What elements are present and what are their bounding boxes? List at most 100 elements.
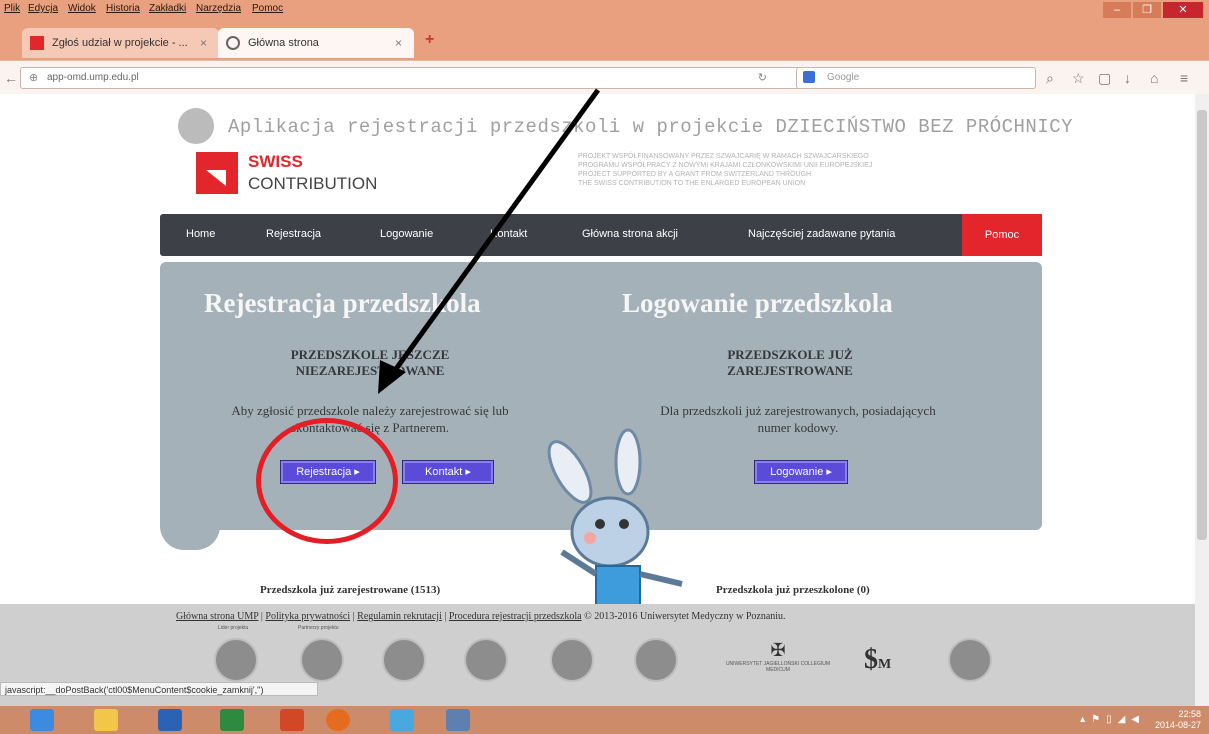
url-text: app-omd.ump.edu.pl [47, 72, 139, 83]
globe-favicon-icon [226, 36, 240, 50]
trained-count: Przedszkola już przeszkolone (0) [716, 584, 870, 596]
window-controls: – ❐ ✕ [1103, 2, 1203, 18]
panel-tab-decoration [160, 514, 220, 550]
search-placeholder: Google [827, 72, 860, 83]
uj-logo: ✠ UNIWERSYTET JAGIELLOŃSKI COLLEGIUM MED… [718, 640, 838, 673]
uj-crest-icon: ✠ [770, 640, 786, 660]
close-window-button[interactable]: ✕ [1163, 2, 1203, 18]
swiss-contribution-logo-icon [196, 152, 238, 194]
new-tab-button[interactable]: + [425, 31, 434, 49]
site-title: Aplikacja rejestracji przedszkoli w proj… [228, 116, 1074, 138]
clock-date: 2014-08-27 [1154, 720, 1201, 730]
footer-link-regulations[interactable]: Regulamin rekrutacji [357, 611, 442, 622]
partner-line: PROJEKT WSPÓŁFINANSOWANY PRZEZ SZWAJCARI… [578, 153, 869, 160]
internet-explorer-icon[interactable] [30, 709, 54, 731]
nav-logowanie[interactable]: Logowanie [380, 228, 433, 240]
file-explorer-icon[interactable] [94, 709, 118, 731]
search-box[interactable]: Google [796, 67, 1036, 89]
menu-edycja[interactable]: Edycja [28, 3, 58, 14]
site-info-icon[interactable]: ⊕ [29, 71, 38, 84]
search-icon[interactable]: ⌕ [1046, 70, 1054, 87]
partner-seal-icon [464, 638, 508, 682]
partner-line: THE SWISS CONTRIBUTION TO THE ENLARGED E… [578, 180, 806, 187]
notepad-icon[interactable] [390, 709, 414, 731]
menu-icon[interactable]: ≡ [1180, 70, 1188, 86]
menu-pomoc[interactable]: Pomoc [252, 3, 283, 14]
mascot-logo-icon [178, 108, 214, 144]
logowanie-button[interactable]: Logowanie ▸ [754, 460, 848, 484]
menu-widok[interactable]: Widok [68, 3, 96, 14]
nav-faq[interactable]: Najczęściej zadawane pytania [748, 228, 895, 240]
login-heading: Logowanie przedszkola [622, 288, 893, 318]
tab-label: Zgłoś udział w projekcie - ... [52, 37, 188, 49]
download-icon[interactable]: ↓ [1124, 70, 1131, 86]
nav-glowna-strona-akcji[interactable]: Główna strona akcji [582, 228, 678, 240]
tab-close-icon[interactable]: × [200, 28, 207, 58]
uj-logo-text: UNIWERSYTET JAGIELLOŃSKI COLLEGIUM MEDIC… [725, 661, 831, 673]
register-heading: Rejestracja przedszkola [204, 288, 481, 318]
taskbar: ▴⚑▯◢◀ 22:58 2014-08-27 [0, 706, 1209, 734]
tab-glowna-strona[interactable]: Główna strona × [218, 28, 414, 58]
login-subheading: PRZEDSZKOLE JUŻ ZAREJESTROWANE [727, 347, 853, 378]
app-icon[interactable] [446, 709, 470, 731]
nav-rejestracja[interactable]: Rejestracja [266, 228, 321, 240]
menu-zakladki[interactable]: Zakładki [149, 3, 186, 14]
partner-line: PROJECT SUPPORTED BY A GRANT FROM SWITZE… [578, 171, 812, 178]
bookmark-star-icon[interactable]: ☆ [1072, 70, 1085, 87]
partner-seal-icon [948, 638, 992, 682]
partners-caption: Partnerzy projektu [298, 625, 339, 631]
excel-icon[interactable] [220, 709, 244, 731]
clipboard-icon[interactable]: ▢ [1098, 70, 1111, 87]
rabbit-mascot-icon [547, 428, 683, 607]
word-icon[interactable] [158, 709, 182, 731]
tab-close-icon[interactable]: × [395, 28, 402, 58]
logo-name: SWISS [248, 152, 303, 171]
clock-time: 22:58 [1178, 709, 1201, 719]
partner-seal-icon [300, 638, 344, 682]
footer-copyright: © 2013-2016 Uniwersytet Medyczny w Pozna… [584, 611, 786, 622]
tab-label: Główna strona [248, 37, 319, 49]
firefox-icon[interactable] [326, 709, 350, 731]
footer-link-ump[interactable]: Główna strona UMP [176, 611, 258, 622]
footer-links: Główna strona UMP | Polityka prywatności… [176, 611, 786, 622]
maximize-button[interactable]: ❐ [1133, 2, 1161, 18]
footer-link-procedure[interactable]: Procedura rejestracji przedszkola [449, 611, 582, 622]
nav-home[interactable]: Home [186, 228, 215, 240]
scrollbar-thumb[interactable] [1197, 110, 1207, 540]
leader-caption: Lider projektu [218, 625, 249, 631]
tab-zglos-udzial[interactable]: Zgłoś udział w projekcie - ... × [22, 28, 219, 58]
swiss-favicon-icon [30, 36, 44, 50]
main-nav: Home Rejestracja Logowanie Kontakt Główn… [160, 214, 1042, 256]
system-tray[interactable]: ▴⚑▯◢◀ [1080, 714, 1145, 725]
footer-link-privacy[interactable]: Polityka prywatności [265, 611, 350, 622]
status-bar: javascript:__doPostBack('ctl00$MenuConte… [0, 682, 318, 696]
nav-pomoc[interactable]: Pomoc [962, 214, 1042, 256]
menu-plik[interactable]: Plik [4, 3, 20, 14]
ump-seal-icon [214, 638, 258, 682]
tab-bar: Zgłoś udział w projekcie - ... × Główna … [0, 28, 1209, 60]
logo-subname: CONTRIBUTION [248, 174, 378, 193]
reload-icon[interactable]: ↻ [758, 71, 767, 84]
nav-kontakt[interactable]: Kontakt [490, 228, 527, 240]
partner-seal-icon [634, 638, 678, 682]
powerpoint-icon[interactable] [280, 709, 304, 731]
home-icon[interactable]: ⌂ [1150, 70, 1158, 86]
navigation-bar: ← ⊕ app-omd.ump.edu.pl ↻ Google ⌕ ☆ ▢ ↓ … [0, 60, 1209, 95]
browser-chrome: Plik Edycja Widok Historia Zakładki Narz… [0, 0, 1209, 95]
registered-count: Przedszkola już zarejestrowane (1513) [260, 584, 441, 596]
partner-seal-icon [382, 638, 426, 682]
menu-narzedzia[interactable]: Narzędzia [196, 3, 241, 14]
menu-historia[interactable]: Historia [106, 3, 140, 14]
kontakt-button[interactable]: Kontakt ▸ [402, 460, 494, 484]
menu-bar: Plik Edycja Widok Historia Zakładki Narz… [0, 0, 1209, 20]
register-subheading: PRZEDSZKOLE JESZCZE NIEZAREJESTROWANE [290, 347, 450, 378]
minimize-button[interactable]: – [1103, 2, 1131, 18]
url-bar[interactable]: ⊕ app-omd.ump.edu.pl ↻ [20, 67, 860, 89]
sum-logo-icon: $M [864, 644, 892, 675]
annotation-circle [256, 418, 398, 544]
back-icon[interactable]: ← [4, 70, 18, 86]
partner-line: PROGRAMU WSPÓŁPRACY Z NOWYMI KRAJAMI CZŁ… [578, 162, 873, 169]
clock[interactable]: 22:58 2014-08-27 [1155, 709, 1201, 731]
partner-seal-icon [550, 638, 594, 682]
search-engine-icon[interactable] [803, 71, 815, 83]
